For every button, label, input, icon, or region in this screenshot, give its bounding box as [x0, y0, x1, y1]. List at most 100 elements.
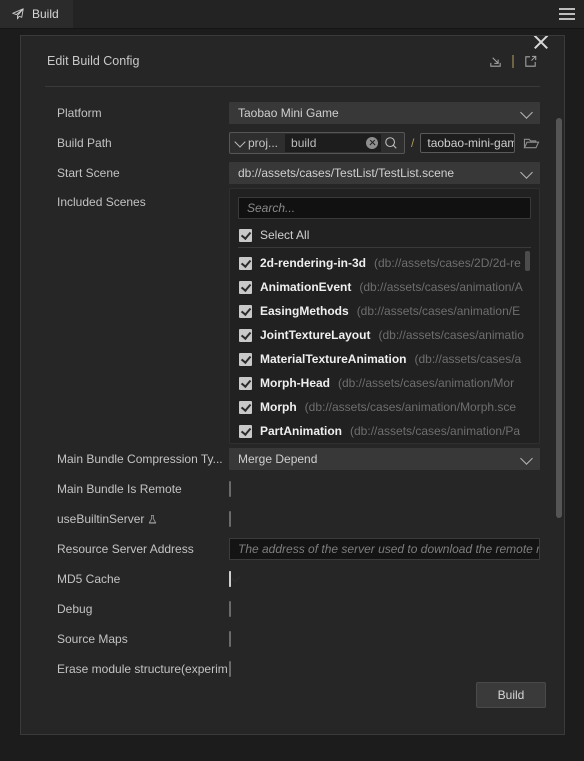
scene-name: MaterialTextureAnimation [260, 352, 407, 366]
scene-path: (db://assets/cases/animatio [378, 328, 524, 342]
dialog-header-actions [488, 54, 538, 69]
scene-checkbox[interactable] [239, 280, 252, 294]
source-maps-label: Source Maps [57, 632, 128, 646]
scene-checkbox[interactable] [239, 352, 252, 366]
build-path-label: Build Path [57, 136, 112, 150]
tab-build[interactable]: Build [0, 0, 73, 28]
export-arrow-icon[interactable] [523, 54, 538, 69]
list-item[interactable]: PartAnimation (db://assets/cases/animati… [238, 419, 531, 443]
build-path-prefix-group[interactable]: proj... build [229, 132, 406, 154]
hamburger-line [559, 18, 575, 20]
list-item[interactable]: MaterialTextureAnimation (db://assets/ca… [238, 347, 531, 371]
row-main-bundle-is-remote: Main Bundle Is Remote [45, 474, 540, 504]
list-item[interactable]: JointTextureLayout (db://assets/cases/an… [238, 323, 531, 347]
row-platform: Platform Taobao Mini Game [45, 98, 540, 128]
scene-search-placeholder: Search... [247, 201, 296, 215]
project-token: proj... [248, 136, 279, 150]
paper-plane-icon [11, 7, 25, 21]
build-button[interactable]: Build [476, 682, 546, 708]
scene-checkbox[interactable] [239, 376, 252, 390]
build-path-tail-input[interactable]: taobao-mini-gam [420, 133, 515, 153]
platform-select[interactable]: Taobao Mini Game [229, 102, 540, 124]
row-resource-server-address: Resource Server Address The address of t… [45, 534, 540, 564]
folder-open-icon[interactable] [523, 134, 540, 152]
row-source-maps: Source Maps [45, 624, 540, 654]
use-builtin-server-text: useBuiltinServer [57, 512, 145, 526]
close-icon[interactable] [530, 36, 552, 53]
row-compression-type: Main Bundle Compression Ty... Merge Depe… [45, 444, 540, 474]
list-item[interactable]: AnimationEvent (db://assets/cases/animat… [238, 275, 531, 299]
scene-checkbox[interactable] [239, 304, 252, 318]
clear-circle-icon[interactable] [366, 137, 379, 149]
scene-name: EasingMethods [260, 304, 349, 318]
hamburger-line [559, 8, 575, 10]
scene-path: (db://assets/cases/a [414, 352, 522, 366]
scene-checkbox[interactable] [239, 424, 252, 438]
scene-path: (db://assets/cases/2D/2d-re [374, 256, 521, 270]
debug-label: Debug [57, 602, 93, 616]
dialog-title: Edit Build Config [47, 54, 140, 68]
start-scene-value: db://assets/cases/TestList/TestList.scen… [238, 166, 455, 180]
select-all-label: Select All [260, 228, 310, 242]
list-item[interactable]: Morph (db://assets/cases/animation/Morph… [238, 395, 531, 419]
scene-search-input[interactable]: Search... [238, 197, 531, 219]
list-item[interactable]: Morph-Head (db://assets/cases/animation/… [238, 371, 531, 395]
erase-module-structure-checkbox[interactable] [229, 661, 231, 677]
resource-server-address-input[interactable]: The address of the server used to downlo… [229, 538, 540, 560]
compression-type-value: Merge Depend [238, 452, 318, 466]
scene-name: Morph [260, 400, 297, 414]
build-path-tail-value: taobao-mini-gam [427, 136, 515, 150]
row-use-builtin-server: useBuiltinServer [45, 504, 540, 534]
resource-server-address-label: Resource Server Address [57, 542, 194, 556]
row-md5-cache: MD5 Cache [45, 564, 540, 594]
main-bundle-is-remote-label: Main Bundle Is Remote [57, 482, 182, 496]
select-all-checkbox[interactable] [239, 228, 252, 242]
chevron-down-icon[interactable] [234, 135, 246, 148]
dialog-scrollbar[interactable] [556, 118, 562, 518]
select-all-row[interactable]: Select All [238, 223, 531, 248]
use-builtin-server-checkbox[interactable] [229, 511, 231, 527]
row-build-path: Build Path proj... build / taobao-mini-g… [45, 128, 540, 158]
import-arrow-icon[interactable] [488, 54, 503, 69]
hamburger-menu-icon[interactable] [559, 0, 575, 28]
platform-value: Taobao Mini Game [238, 106, 339, 120]
experiment-beaker-icon [147, 514, 158, 525]
start-scene-select[interactable]: db://assets/cases/TestList/TestList.scen… [229, 162, 540, 184]
md5-cache-checkbox[interactable] [229, 571, 231, 587]
scene-list-scrollbar[interactable] [525, 251, 530, 271]
list-item[interactable]: 2d-rendering-in-3d (db://assets/cases/2D… [238, 251, 531, 275]
start-scene-label: Start Scene [57, 166, 120, 180]
erase-module-structure-label: Erase module structure(experim [57, 662, 228, 676]
included-scenes-label: Included Scenes [57, 195, 146, 209]
chevron-down-icon [520, 166, 533, 179]
scene-path: (db://assets/cases/animation/Morph.sce [304, 400, 517, 414]
search-icon[interactable] [381, 134, 401, 152]
scene-path: (db://assets/cases/animation/E [356, 304, 521, 318]
scene-checkbox[interactable] [239, 256, 252, 270]
debug-checkbox[interactable] [229, 601, 231, 617]
scene-path: (db://assets/cases/animation/A [359, 280, 523, 294]
build-path-control: proj... build / taobao-mini-gam [229, 132, 540, 154]
dialog-header: Edit Build Config [21, 36, 564, 86]
top-tab-bar: Build [0, 0, 584, 29]
dialog-footer: Build [476, 682, 546, 708]
scene-name: 2d-rendering-in-3d [260, 256, 367, 270]
row-start-scene: Start Scene db://assets/cases/TestList/T… [45, 158, 540, 188]
compression-type-label: Main Bundle Compression Ty... [57, 452, 223, 466]
build-folder-input[interactable]: build [285, 134, 382, 152]
scene-name: PartAnimation [260, 424, 343, 438]
platform-label: Platform [57, 106, 102, 120]
main-bundle-is-remote-checkbox[interactable] [229, 481, 231, 497]
source-maps-checkbox[interactable] [229, 631, 231, 647]
use-builtin-server-label: useBuiltinServer [45, 512, 229, 526]
list-item[interactable]: EasingMethods (db://assets/cases/animati… [238, 299, 531, 323]
compression-type-select[interactable]: Merge Depend [229, 448, 540, 470]
path-separator: / [411, 136, 415, 150]
row-erase-module-structure: Erase module structure(experim [45, 654, 540, 684]
scene-checkbox[interactable] [239, 328, 252, 342]
list-item[interactable]: SkeletalAnimation (db://assets/cases/ani… [238, 443, 531, 444]
build-config-form: Platform Taobao Mini Game Build Path pro… [21, 87, 564, 684]
build-folder-value: build [291, 136, 317, 150]
scene-name: Morph-Head [260, 376, 330, 390]
scene-checkbox[interactable] [239, 400, 252, 414]
